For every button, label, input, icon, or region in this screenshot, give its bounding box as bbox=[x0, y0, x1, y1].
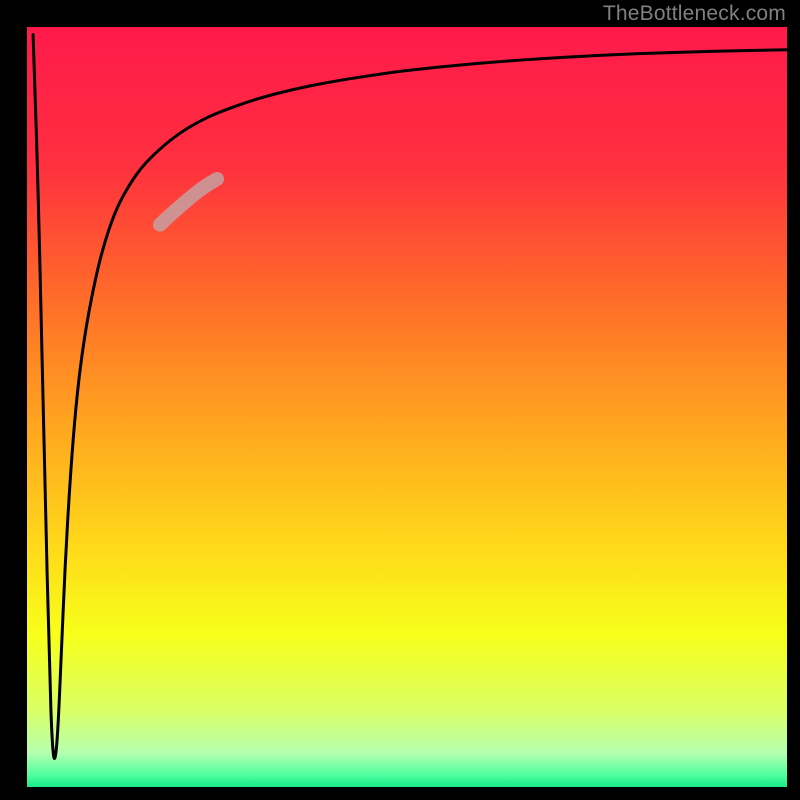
gradient-background bbox=[27, 27, 787, 787]
chart-stage: TheBottleneck.com bbox=[0, 0, 800, 800]
watermark-text: TheBottleneck.com bbox=[603, 2, 786, 26]
plot-area bbox=[27, 27, 787, 787]
